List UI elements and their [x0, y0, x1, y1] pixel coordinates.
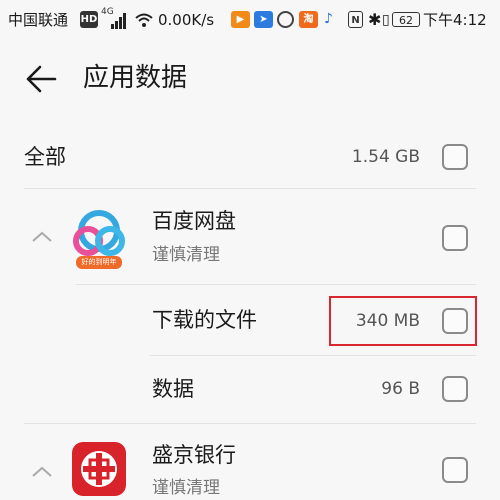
chevron-up-icon[interactable] — [30, 229, 54, 245]
item-label: 下载的文件 — [152, 308, 257, 332]
network-speed: 0.00K/s — [158, 11, 215, 29]
item-checkbox[interactable] — [442, 308, 468, 334]
divider — [150, 355, 476, 356]
list-item-downloads[interactable]: 下载的文件 340 MB — [0, 290, 500, 350]
vibrate-icon: ▯ — [382, 12, 390, 28]
arrow-left-icon[interactable] — [24, 62, 58, 96]
list-item-data[interactable]: 数据 96 B — [0, 358, 500, 418]
divider — [76, 284, 476, 285]
app-notification-icon — [277, 11, 294, 28]
summary-label: 全部 — [24, 145, 66, 169]
item-size: 340 MB — [355, 311, 420, 331]
carrier-name: 中国联通 — [8, 11, 69, 29]
music-icon: ♪ — [324, 11, 333, 27]
chevron-up-icon[interactable] — [30, 464, 54, 480]
app-name: 百度网盘 — [152, 209, 236, 233]
signal-icon — [111, 13, 126, 29]
app-row-baidu[interactable]: 好的到明年 百度网盘 谨慎清理 — [0, 192, 500, 284]
select-all-checkbox[interactable] — [442, 144, 468, 170]
taobao-icon: 淘 — [299, 11, 318, 28]
nfc-icon: N — [348, 11, 363, 28]
battery-indicator: 62 — [392, 12, 420, 27]
divider — [24, 188, 476, 189]
divider — [24, 423, 476, 424]
clock: 下午4:12 — [423, 11, 487, 29]
item-checkbox[interactable] — [442, 376, 468, 402]
bluetooth-icon: ✱ — [368, 10, 382, 29]
item-label: 数据 — [152, 377, 194, 401]
summary-row[interactable]: 全部 1.54 GB — [0, 130, 500, 186]
app-checkbox[interactable] — [442, 225, 468, 251]
status-bar: 中国联通 HD 4G 0.00K/s ▶ ➤ 淘 ♪ N ✱ ▯ 62 下午4:… — [0, 0, 500, 40]
icon-caption: 好的到明年 — [81, 258, 117, 266]
page-title: 应用数据 — [83, 63, 188, 93]
app-name: 盛京银行 — [152, 443, 236, 467]
play-app-icon: ▶ — [231, 11, 250, 28]
app-hint: 谨慎清理 — [152, 478, 220, 498]
navigation-app-icon: ➤ — [254, 11, 273, 28]
app-hint: 谨慎清理 — [152, 245, 220, 265]
shengjing-bank-icon — [72, 442, 126, 496]
wifi-icon — [135, 13, 153, 27]
app-row-shengjing[interactable]: 盛京银行 谨慎清理 — [0, 426, 500, 500]
hd-badge: HD — [80, 11, 98, 28]
summary-size: 1.54 GB — [351, 147, 420, 167]
app-checkbox[interactable] — [442, 457, 468, 483]
item-size: 96 B — [381, 379, 420, 399]
